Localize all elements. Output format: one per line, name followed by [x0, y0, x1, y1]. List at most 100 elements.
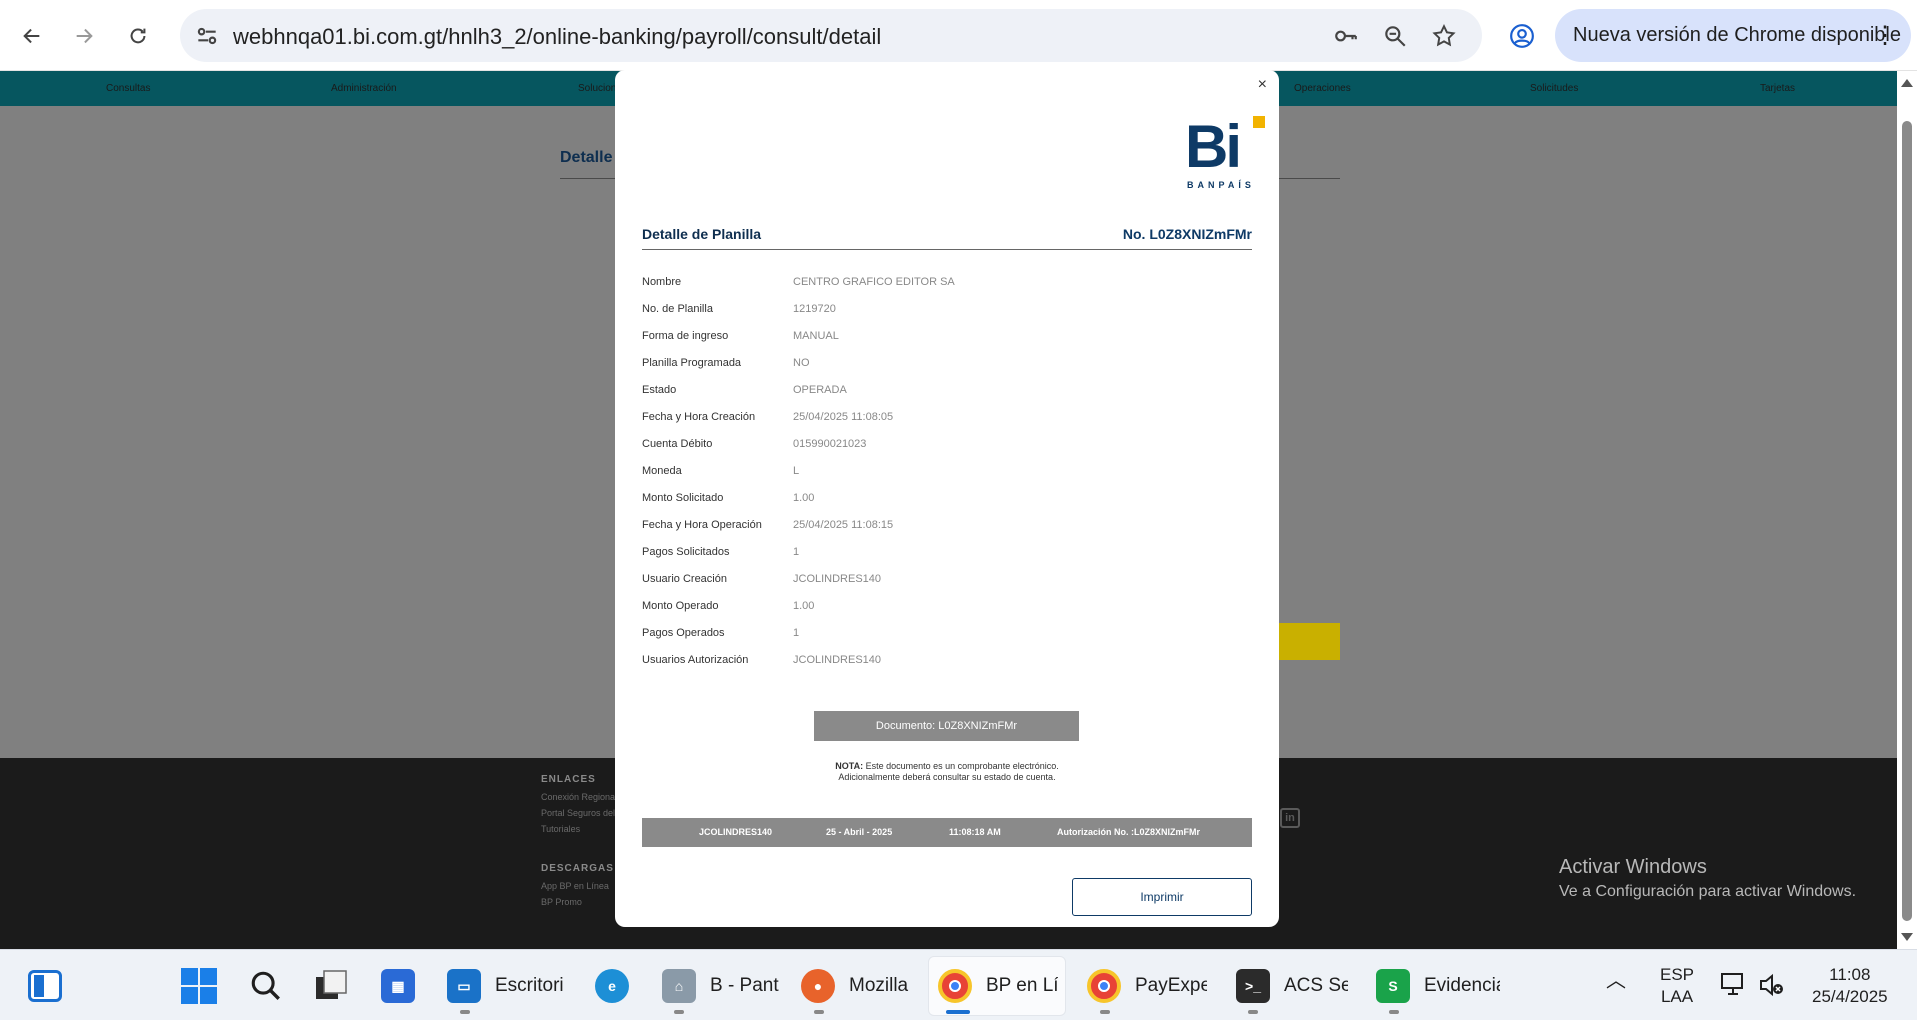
info-time: 11:08:18 AM [949, 827, 1001, 837]
close-icon[interactable]: × [1258, 76, 1267, 94]
menu-dots-icon[interactable]: ⋮ [1873, 21, 1897, 50]
field-label: Fecha y Hora Operación [642, 518, 762, 531]
detail-row-moneda: Moneda L [642, 457, 1252, 484]
clock-time: 11:08 [1829, 965, 1871, 984]
field-value: 25/04/2025 11:08:05 [793, 410, 894, 423]
page-scrollbar[interactable] [1897, 71, 1917, 949]
nav-item-solicitudes[interactable]: Solicitudes [1530, 83, 1578, 94]
chevron-up-icon[interactable]: ︿ [1606, 970, 1626, 992]
taskbar-app-mozilla[interactable]: ● Mozilla [801, 968, 908, 1004]
field-label: Pagos Solicitados [642, 545, 730, 558]
running-indicator [814, 1010, 824, 1014]
field-value: L [793, 464, 800, 477]
reload-icon [130, 28, 146, 44]
search-button[interactable] [249, 968, 283, 1004]
clock-date: 25/4/2025 [1812, 987, 1888, 1006]
detail-row-monto-solicitado: Monto Solicitado 1.00 [642, 484, 1252, 511]
detail-row-usuario-creacion: Usuario Creación JCOLINDRES140 [642, 565, 1252, 592]
print-button[interactable]: Imprimir [1072, 878, 1252, 916]
field-value: JCOLINDRES140 [793, 653, 882, 666]
chrome-icon [1087, 969, 1121, 1003]
field-label: Usuario Creación [642, 572, 727, 585]
footer-link[interactable]: Conexión Regional [541, 792, 615, 802]
language-indicator[interactable]: ESP LAA [1660, 964, 1694, 1008]
browser-toolbar: webhnqa01.bi.com.gt/hnlh3_2/online-banki… [0, 0, 1917, 71]
widgets-button[interactable] [28, 968, 62, 1004]
start-button[interactable] [181, 968, 217, 1004]
detail-row-pagos-operados: Pagos Operados 1 [642, 619, 1252, 646]
reload-button[interactable] [118, 16, 158, 56]
background-yellow-button [1270, 623, 1340, 660]
field-value: 1219720 [793, 302, 836, 315]
active-indicator [946, 1010, 970, 1014]
zoom-icon[interactable] [1382, 23, 1408, 49]
detail-row-forma-ingreso: Forma de ingreso MANUAL [642, 322, 1252, 349]
language-top: ESP [1660, 965, 1695, 984]
back-button[interactable] [12, 16, 52, 56]
taskbar-app-bp-en-linea[interactable]: BP en Lír [938, 968, 1058, 1004]
terminal-icon: >_ [1236, 969, 1270, 1003]
nav-item-operaciones[interactable]: Operaciones [1294, 83, 1351, 94]
field-value: 015990021023 [793, 437, 867, 450]
chrome-update-button[interactable]: Nueva versión de Chrome disponible ⋮ [1555, 9, 1911, 62]
windows-activation-watermark: Activar Windows Ve a Configuración para … [1559, 856, 1856, 901]
scroll-down-icon[interactable] [1901, 933, 1913, 941]
nav-item-soluciones[interactable]: Soluciones [578, 83, 615, 94]
address-bar[interactable]: webhnqa01.bi.com.gt/hnlh3_2/online-banki… [180, 9, 1482, 62]
store-button[interactable]: ▦ [381, 968, 415, 1004]
field-value: NO [793, 356, 810, 369]
activation-title: Activar Windows [1559, 856, 1707, 878]
detail-row-estado: Estado OPERADA [642, 376, 1252, 403]
info-authorization: Autorización No. :L0Z8XNIZmFMr [1057, 827, 1201, 837]
taskbar-app-pant[interactable]: ⌂ B - Pant [662, 968, 779, 1004]
nota-label: NOTA: [835, 761, 864, 771]
footer-link[interactable]: BP Promo [541, 897, 582, 907]
taskbar-app-edge[interactable]: e [595, 968, 629, 1004]
footer-link[interactable]: Portal Seguros del [541, 808, 615, 818]
forward-button[interactable] [64, 16, 104, 56]
field-label: Monto Operado [642, 599, 719, 612]
clock[interactable]: 11:08 25/4/2025 [1812, 964, 1888, 1008]
search-icon [251, 971, 280, 1000]
nota-line-1: Este documento es un comprobante electró… [865, 761, 1059, 771]
running-indicator [1248, 1010, 1258, 1014]
field-label: Nombre [642, 275, 682, 288]
detail-row-usuarios-autorizacion: Usuarios Autorización JCOLINDRES140 [642, 646, 1252, 673]
running-indicator [460, 1010, 470, 1014]
detail-row-fecha-creacion: Fecha y Hora Creación 25/04/2025 11:08:05 [642, 403, 1252, 430]
taskbar-app-escritorio[interactable]: ▭ Escritorio [447, 968, 563, 1004]
nav-item-administracion[interactable]: Administración [331, 83, 397, 94]
field-value: 1.00 [793, 599, 815, 612]
nav-item-tarjetas[interactable]: Tarjetas [1760, 83, 1795, 94]
taskbar-app-payexpec[interactable]: PayExpec [1087, 968, 1207, 1004]
footer-link[interactable]: App BP en Línea [541, 881, 609, 891]
profile-button[interactable] [1502, 16, 1542, 56]
arrow-right-icon [76, 28, 93, 44]
detail-row-monto-operado: Monto Operado 1.00 [642, 592, 1252, 619]
field-value: JCOLINDRES140 [793, 572, 882, 585]
taskbar-app-evidencia[interactable]: S Evidencia [1376, 968, 1500, 1004]
taskbar-app-acs[interactable]: >_ ACS Ses [1236, 968, 1348, 1004]
detail-row-pagos-solicitados: Pagos Solicitados 1 [642, 538, 1252, 565]
field-value: 1.00 [793, 491, 815, 504]
activation-subtitle: Ve a Configuración para activar Windows. [1559, 883, 1857, 900]
document-badge: Documento: L0Z8XNIZmFMr [814, 711, 1079, 741]
scroll-up-icon[interactable] [1901, 79, 1913, 87]
nota-line-2: Adicionalmente deberá consultar su estad… [838, 772, 1056, 782]
bookmark-star-icon[interactable] [1431, 23, 1457, 49]
logo-mark: Bi [1185, 113, 1242, 180]
key-icon[interactable] [1333, 23, 1359, 49]
url-text[interactable]: webhnqa01.bi.com.gt/hnlh3_2/online-banki… [233, 24, 881, 50]
task-view-button[interactable] [314, 968, 348, 1004]
payroll-detail-modal: × Bi BANPAÍS Detalle de Planilla No. L0Z… [615, 70, 1279, 927]
volume-muted-icon[interactable] [1758, 972, 1784, 1004]
field-label: Moneda [642, 464, 682, 477]
site-settings-icon[interactable] [194, 23, 220, 49]
scroll-thumb[interactable] [1902, 121, 1912, 921]
nav-item-consultas[interactable]: Consultas [106, 83, 150, 94]
field-label: Usuarios Autorización [642, 653, 749, 666]
linkedin-icon[interactable]: in [1280, 808, 1300, 828]
network-icon[interactable] [1720, 972, 1748, 1004]
footer-link[interactable]: Tutoriales [541, 824, 580, 834]
info-user: JCOLINDRES140 [699, 827, 773, 837]
